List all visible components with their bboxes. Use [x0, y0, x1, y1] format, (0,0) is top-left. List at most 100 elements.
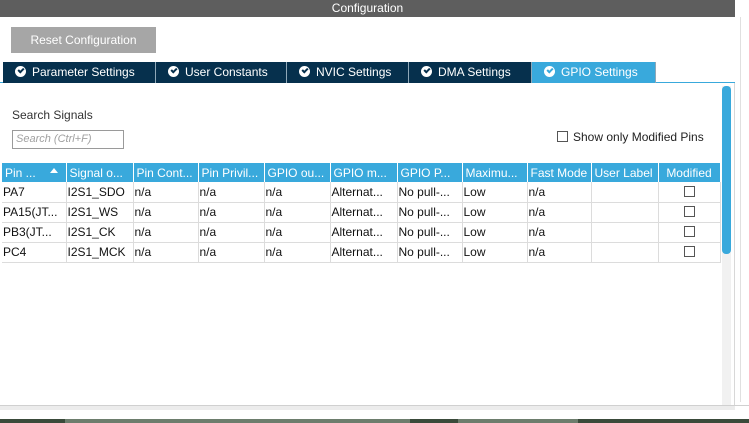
- column-header-gpio-mode[interactable]: GPIO m...: [330, 163, 398, 182]
- check-circle-icon: [299, 66, 310, 77]
- tab-label: Parameter Settings: [32, 65, 135, 79]
- tab-gpio-settings[interactable]: GPIO Settings: [532, 62, 656, 83]
- cell-output: n/a: [264, 182, 331, 203]
- cell-user-label[interactable]: [591, 242, 659, 263]
- cell-privilege: n/a: [198, 202, 265, 223]
- column-header-signal[interactable]: Signal o...: [66, 163, 134, 182]
- column-header-label: User Label: [594, 165, 653, 180]
- tab-nvic-settings[interactable]: NVIC Settings: [287, 62, 409, 83]
- cell-speed: Low: [462, 182, 528, 203]
- cell-signal: I2S1_MCK: [66, 242, 134, 263]
- cell-user-label[interactable]: [591, 182, 659, 203]
- column-header-label: Signal o...: [69, 165, 123, 180]
- tab-label: User Constants: [185, 65, 268, 79]
- column-header-label: Maximu...: [465, 165, 518, 180]
- cell-modified: [658, 202, 721, 223]
- column-header-label: GPIO m...: [333, 165, 387, 180]
- column-header-pin[interactable]: Pin ...: [2, 163, 67, 182]
- column-header-label: Pin ...: [5, 165, 36, 180]
- cell-user-label[interactable]: [591, 202, 659, 223]
- tab-parameter-settings[interactable]: Parameter Settings: [3, 62, 156, 83]
- tab-dma-settings[interactable]: DMA Settings: [409, 62, 532, 83]
- window-vertical-scrollbar[interactable]: [740, 17, 749, 402]
- cell-signal: I2S1_WS: [66, 202, 134, 223]
- cell-pin: PC4: [2, 242, 67, 263]
- window-title: Configuration: [331, 1, 404, 15]
- cell-fast-mode: n/a: [527, 202, 592, 223]
- cell-mode: Alternat...: [330, 242, 398, 263]
- cell-fast-mode: n/a: [527, 242, 592, 263]
- tab-user-constants[interactable]: User Constants: [156, 62, 287, 83]
- table-vertical-scrollbar[interactable]: [722, 86, 731, 405]
- settings-tab-bar: Parameter Settings User Constants NVIC S…: [0, 61, 735, 83]
- column-header-gpio-pull[interactable]: GPIO P...: [397, 163, 463, 182]
- column-header-user-label[interactable]: User Label: [591, 163, 659, 182]
- table-row[interactable]: PC4 I2S1_MCK n/a n/a n/a Alternat... No …: [2, 242, 721, 263]
- table-row[interactable]: PB3(JT... I2S1_CK n/a n/a n/a Alternat..…: [2, 222, 721, 243]
- cell-fast-mode: n/a: [527, 182, 592, 203]
- cell-mode: Alternat...: [330, 182, 398, 203]
- cell-privilege: n/a: [198, 222, 265, 243]
- cell-modified: [658, 182, 721, 203]
- horizontal-scrollbar[interactable]: [0, 406, 735, 410]
- modified-checkbox[interactable]: [684, 185, 695, 197]
- table-header-row: Pin ... Signal o... Pin Cont... Pin Priv…: [2, 163, 721, 182]
- cell-pin: PA7: [2, 182, 67, 203]
- cell-pin: PA15(JT...: [2, 202, 67, 223]
- column-header-fast-mode[interactable]: Fast Mode: [527, 163, 592, 182]
- table-row[interactable]: PA15(JT... I2S1_WS n/a n/a n/a Alternat.…: [2, 202, 721, 223]
- cell-pin: PB3(JT...: [2, 222, 67, 243]
- column-header-label: GPIO ou...: [267, 165, 325, 180]
- column-header-label: GPIO P...: [400, 165, 451, 180]
- modified-checkbox[interactable]: [684, 246, 695, 257]
- cell-speed: Low: [462, 222, 528, 243]
- check-circle-icon: [544, 66, 555, 77]
- modified-checkbox[interactable]: [684, 206, 695, 217]
- tab-label: DMA Settings: [438, 65, 511, 79]
- gpio-signals-table: Pin ... Signal o... Pin Cont... Pin Priv…: [2, 163, 721, 263]
- cell-speed: Low: [462, 202, 528, 223]
- check-circle-icon: [168, 66, 179, 77]
- cell-context: n/a: [133, 182, 199, 203]
- bottom-dock-segment: [458, 419, 578, 423]
- cell-mode: Alternat...: [330, 202, 398, 223]
- cell-signal: I2S1_SDO: [66, 182, 134, 203]
- cell-output: n/a: [264, 222, 331, 243]
- cell-user-label[interactable]: [591, 222, 659, 243]
- cell-pull: No pull-...: [397, 182, 463, 203]
- column-header-modified[interactable]: Modified: [658, 163, 721, 182]
- bottom-dock-segment: [65, 419, 410, 423]
- reset-configuration-button[interactable]: Reset Configuration: [11, 27, 156, 53]
- cell-output: n/a: [264, 242, 331, 263]
- cell-context: n/a: [133, 202, 199, 223]
- column-header-label: Pin Privil...: [201, 165, 259, 180]
- column-header-pin-privilege[interactable]: Pin Privil...: [198, 163, 265, 182]
- scrollbar-thumb[interactable]: [722, 86, 731, 254]
- cell-privilege: n/a: [198, 242, 265, 263]
- column-header-maximum-speed[interactable]: Maximu...: [462, 163, 528, 182]
- column-header-pin-context[interactable]: Pin Cont...: [133, 163, 199, 182]
- cell-context: n/a: [133, 242, 199, 263]
- show-only-modified-checkbox[interactable]: Show only Modified Pins: [557, 130, 704, 146]
- search-input[interactable]: Search (Ctrl+F): [12, 130, 124, 149]
- cell-modified: [658, 242, 721, 263]
- cell-signal: I2S1_CK: [66, 222, 134, 243]
- cell-fast-mode: n/a: [527, 222, 592, 243]
- window-title-bar: Configuration: [0, 0, 735, 17]
- cell-speed: Low: [462, 242, 528, 263]
- table-row[interactable]: PA7 I2S1_SDO n/a n/a n/a Alternat... No …: [2, 182, 721, 203]
- cell-pull: No pull-...: [397, 242, 463, 263]
- modified-checkbox[interactable]: [684, 226, 695, 237]
- cell-pull: No pull-...: [397, 222, 463, 243]
- column-header-label: Pin Cont...: [136, 165, 193, 180]
- column-header-gpio-output[interactable]: GPIO ou...: [264, 163, 331, 182]
- sort-ascending-icon: [49, 168, 58, 173]
- check-circle-icon: [15, 66, 26, 77]
- cell-mode: Alternat...: [330, 222, 398, 243]
- cell-pull: No pull-...: [397, 202, 463, 223]
- search-signals-label: Search Signals: [12, 108, 93, 122]
- column-header-label: Modified: [666, 165, 712, 180]
- checkbox-box[interactable]: [557, 131, 568, 142]
- check-circle-icon: [421, 66, 432, 77]
- cell-modified: [658, 222, 721, 243]
